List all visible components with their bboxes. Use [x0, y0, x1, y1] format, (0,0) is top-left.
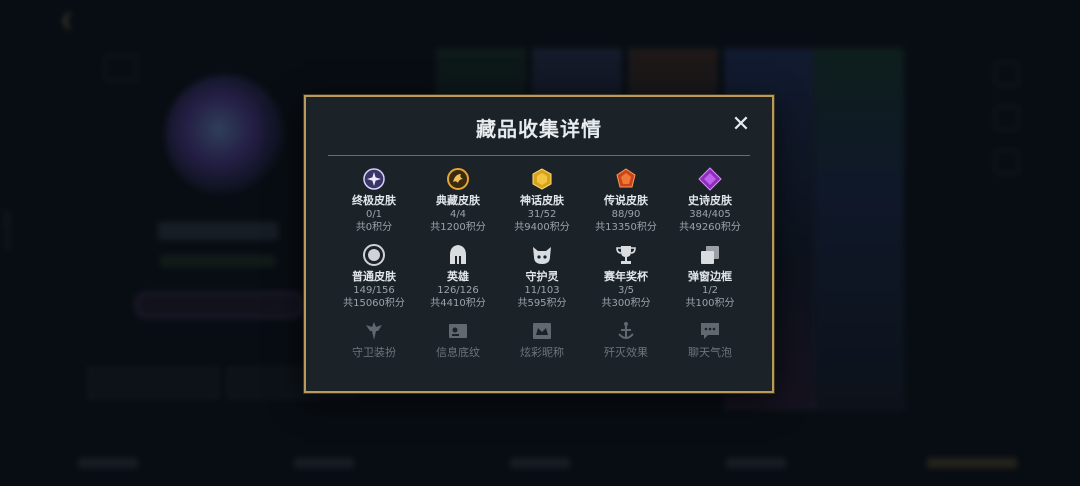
item-count: 149/156 [353, 285, 395, 296]
item-label: 传说皮肤 [604, 194, 648, 207]
champion-helmet-icon [446, 243, 470, 267]
item-points: 共100积分 [685, 298, 735, 309]
item-count: 3/5 [617, 285, 635, 296]
collection-item-prestige[interactable]: 典藏皮肤 4/4 共1200积分 [416, 167, 500, 234]
modal-title: 藏品收集详情 [476, 117, 602, 141]
item-count: 0/1 [365, 209, 383, 220]
chat-bubble-icon [698, 319, 722, 343]
item-label: 英雄 [447, 270, 469, 283]
trophy-icon [614, 243, 638, 267]
item-count: 384/405 [689, 209, 731, 220]
item-label: 神话皮肤 [520, 194, 564, 207]
item-label: 终极皮肤 [352, 194, 396, 207]
collection-row: 守卫装扮 信息底纹 炫彩昵称 歼灭效果 聊天气泡 [332, 319, 752, 360]
collection-item-ultimate[interactable]: 终极皮肤 0/1 共0积分 [332, 167, 416, 234]
collection-item-guardian[interactable]: 守护灵 11/103 共595积分 [500, 243, 584, 310]
popup-frame-icon [698, 243, 722, 267]
item-count: 1/2 [701, 285, 719, 296]
item-points: 共595积分 [517, 298, 567, 309]
item-label: 典藏皮肤 [436, 194, 480, 207]
item-label: 歼灭效果 [604, 346, 648, 359]
title-divider [328, 155, 750, 156]
info-card-icon [446, 319, 470, 343]
mythic-skin-icon [530, 167, 554, 191]
ward-skin-icon [362, 319, 386, 343]
item-count: 11/103 [524, 285, 560, 296]
item-points: 共9400积分 [514, 222, 570, 233]
guardian-spirit-icon [530, 243, 554, 267]
collection-item-trophy[interactable]: 赛年奖杯 3/5 共300积分 [584, 243, 668, 310]
collection-item-standard[interactable]: 普通皮肤 149/156 共15060积分 [332, 243, 416, 310]
standard-skin-icon [362, 243, 386, 267]
collection-details-modal: 藏品收集详情 ✕ 终极皮肤 0/1 共0积分 典藏皮肤 4/4 共1200积分 [304, 95, 774, 393]
item-label: 弹窗边框 [688, 270, 732, 283]
collection-item-epic[interactable]: 史诗皮肤 384/405 共49260积分 [668, 167, 752, 234]
item-points: 共1200积分 [430, 222, 486, 233]
collection-row: 终极皮肤 0/1 共0积分 典藏皮肤 4/4 共1200积分 神话皮肤 31/5… [332, 167, 752, 234]
item-points: 共49260积分 [679, 222, 741, 233]
item-count: 88/90 [611, 209, 641, 220]
collection-row: 普通皮肤 149/156 共15060积分 英雄 126/126 共4410积分… [332, 243, 752, 310]
item-count: 31/52 [527, 209, 557, 220]
collection-item-champion[interactable]: 英雄 126/126 共4410积分 [416, 243, 500, 310]
item-label: 守护灵 [525, 270, 559, 283]
epic-skin-icon [698, 167, 722, 191]
colorful-name-icon [530, 319, 554, 343]
collection-item-kill-effect[interactable]: 歼灭效果 [584, 319, 668, 360]
item-points: 共13350积分 [595, 222, 657, 233]
ultimate-skin-icon [362, 167, 386, 191]
prestige-skin-icon [446, 167, 470, 191]
item-label: 炫彩昵称 [520, 346, 564, 359]
item-label: 聊天气泡 [688, 346, 732, 359]
item-label: 信息底纹 [436, 346, 480, 359]
collection-grid: 终极皮肤 0/1 共0积分 典藏皮肤 4/4 共1200积分 神话皮肤 31/5… [332, 167, 752, 369]
collection-item-chat-bubble[interactable]: 聊天气泡 [668, 319, 752, 360]
collection-item-legendary[interactable]: 传说皮肤 88/90 共13350积分 [584, 167, 668, 234]
item-label: 普通皮肤 [352, 270, 396, 283]
collection-item-info-card[interactable]: 信息底纹 [416, 319, 500, 360]
kill-effect-icon [614, 319, 638, 343]
item-count: 126/126 [437, 285, 479, 296]
item-label: 赛年奖杯 [604, 270, 648, 283]
item-count: 4/4 [449, 209, 467, 220]
item-label: 守卫装扮 [352, 346, 396, 359]
item-points: 共15060积分 [343, 298, 405, 309]
item-points: 共300积分 [601, 298, 651, 309]
item-points: 共0积分 [355, 222, 393, 233]
collection-item-popup-frame[interactable]: 弹窗边框 1/2 共100积分 [668, 243, 752, 310]
legendary-skin-icon [614, 167, 638, 191]
collection-item-ward[interactable]: 守卫装扮 [332, 319, 416, 360]
collection-item-colorful-name[interactable]: 炫彩昵称 [500, 319, 584, 360]
collection-item-mythic[interactable]: 神话皮肤 31/52 共9400积分 [500, 167, 584, 234]
close-button[interactable]: ✕ [730, 114, 752, 136]
item-points: 共4410积分 [430, 298, 486, 309]
item-label: 史诗皮肤 [688, 194, 732, 207]
